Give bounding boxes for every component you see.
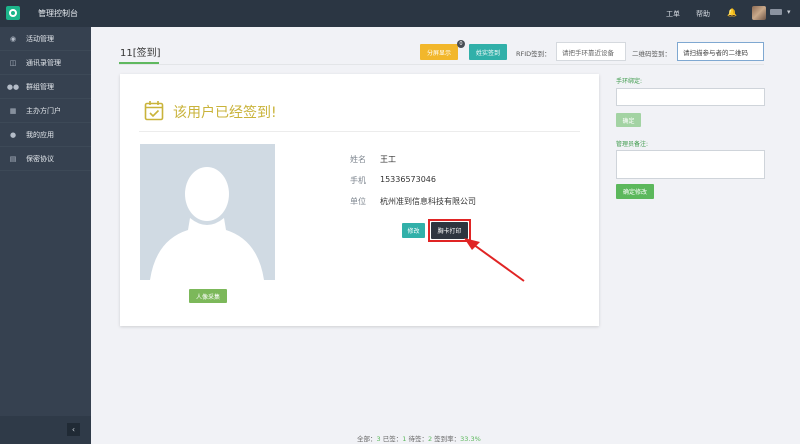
- chevron-down-icon[interactable]: ▾: [787, 8, 791, 16]
- sidebar-item-agreement[interactable]: ▤ 保密协议: [0, 147, 91, 171]
- header-divider: [119, 64, 764, 65]
- rate-label: 签到率：: [434, 435, 461, 443]
- company-value: 杭州准到信息科技有限公司: [380, 197, 476, 206]
- qr-label: 二维码签到：: [632, 50, 671, 58]
- remark-label: 管理员备注:: [616, 141, 649, 148]
- pending-count: 2: [427, 435, 433, 443]
- document-icon: ▤: [9, 154, 17, 163]
- rfid-input[interactable]: 请把手环靠近设备: [556, 42, 626, 61]
- pending-label: 待签：: [408, 435, 428, 443]
- qr-input[interactable]: 请扫描参与者的二维码: [677, 42, 764, 61]
- checked-in-title: 该用户已经签到!: [173, 105, 277, 121]
- sidebar-item-label: 通讯录管理: [26, 58, 61, 67]
- rfid-label: RFID签到：: [516, 50, 551, 58]
- card-divider: [139, 131, 580, 132]
- wristband-label: 手环绑定:: [616, 78, 643, 85]
- user-photo-placeholder: [140, 144, 275, 280]
- confirm-button[interactable]: 确定: [616, 113, 641, 127]
- app-logo[interactable]: [6, 6, 20, 20]
- checked-count: 1: [402, 435, 407, 443]
- sidebar-item-label: 保密协议: [26, 154, 54, 163]
- name-label: 姓名: [350, 155, 366, 164]
- group-icon: ●●: [6, 82, 20, 91]
- confirm-edit-button[interactable]: 确定修改: [616, 184, 654, 199]
- checked-label: 已签：: [382, 435, 403, 443]
- bell-icon[interactable]: 🔔: [727, 8, 737, 17]
- sidebar-collapse-button[interactable]: ‹: [67, 423, 80, 436]
- sidebar-item-groups[interactable]: ●● 群组管理: [0, 75, 91, 99]
- annotation-arrow-icon: [464, 238, 525, 282]
- page-title: 11[签到]: [120, 48, 161, 59]
- app-icon: ●: [9, 130, 17, 139]
- calendar-check-icon: [144, 101, 164, 121]
- help-link[interactable]: 帮助: [696, 9, 710, 19]
- username-redacted[interactable]: [770, 9, 782, 15]
- sidebar-item-label: 我的应用: [26, 130, 54, 139]
- sidebar-item-contacts[interactable]: ◫ 通讯录管理: [0, 51, 91, 75]
- edit-button[interactable]: 修改: [402, 223, 425, 238]
- sidebar-item-label: 活动管理: [26, 34, 54, 43]
- notification-badge: 0: [457, 40, 465, 48]
- avatar[interactable]: [752, 6, 766, 20]
- checkin-rate: 33.3%: [460, 435, 481, 443]
- wristband-input[interactable]: [616, 88, 765, 106]
- sidebar-item-label: 主办方门户: [26, 106, 61, 115]
- person-silhouette-icon: [150, 167, 264, 280]
- company-label: 单位: [350, 197, 366, 206]
- sidebar-item-apps[interactable]: ● 我的应用: [0, 123, 91, 147]
- dashboard-icon: ◉: [9, 34, 17, 43]
- sidebar-item-label: 群组管理: [26, 82, 54, 91]
- top-bar: [0, 0, 800, 27]
- sidebar-item-activity[interactable]: ◉ 活动管理: [0, 27, 91, 51]
- split-screen-button[interactable]: 分屏显示: [420, 44, 458, 60]
- all-label: 全部：: [357, 435, 377, 443]
- all-count: 3: [376, 435, 381, 443]
- contacts-icon: ◫: [9, 58, 17, 67]
- name-value: 王工: [380, 155, 396, 164]
- sidebar-item-portal[interactable]: ▦ 主办方门户: [0, 99, 91, 123]
- capture-portrait-button[interactable]: 人像采集: [189, 289, 227, 303]
- app-title: 管理控制台: [38, 9, 78, 18]
- remark-textarea[interactable]: [616, 150, 765, 179]
- portal-icon: ▦: [9, 106, 17, 115]
- checkin-stats: 全部：3 已签：1 待签：2 签到率：33.3%: [357, 433, 481, 443]
- phone-label: 手机: [350, 176, 366, 185]
- work-order-link[interactable]: 工单: [666, 9, 680, 19]
- live-checkin-button[interactable]: 姓实签到: [469, 44, 507, 60]
- phone-value: 15336573046: [380, 175, 436, 184]
